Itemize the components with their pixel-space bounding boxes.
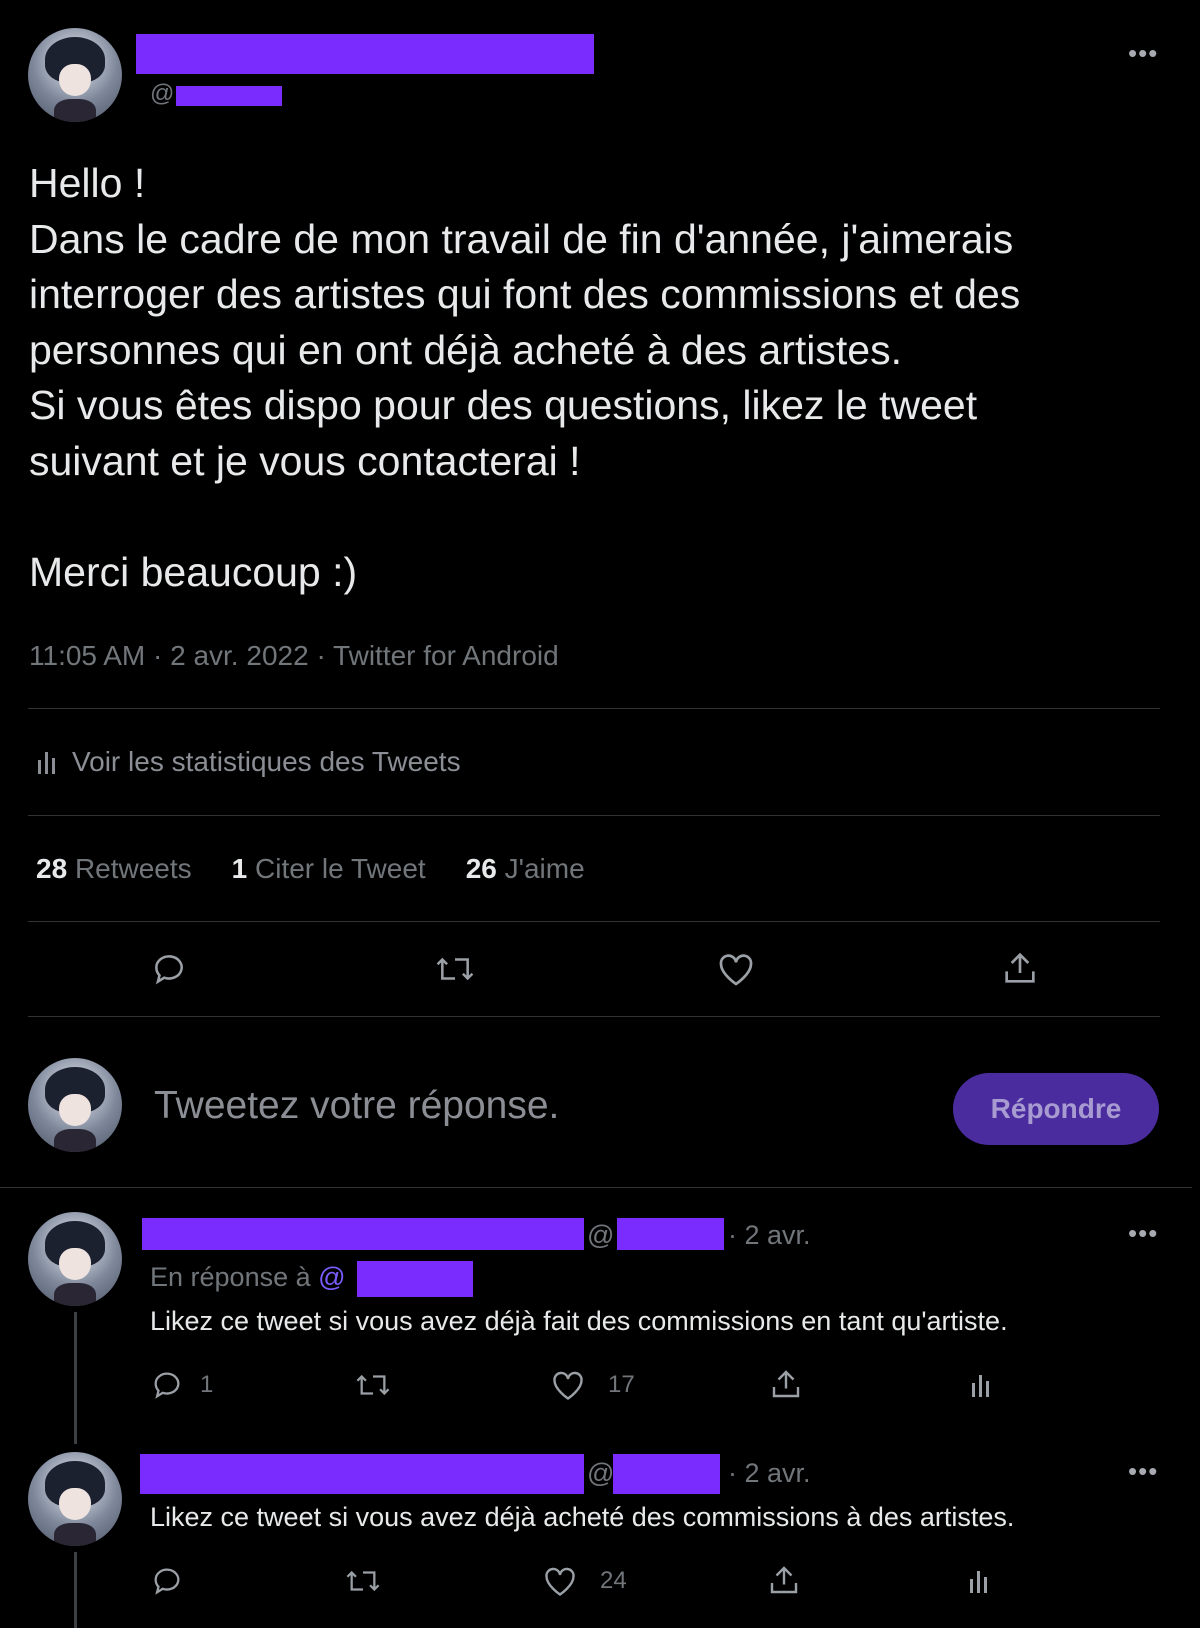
retweets-label: Retweets [74,853,192,884]
tweet-line: Si vous êtes dispo pour des questions, l… [29,382,978,428]
reply-icon[interactable] [150,1564,184,1598]
reply-icon[interactable]: 1 [150,1368,213,1402]
tweet-analytics-link[interactable]: Voir les statistiques des Tweets [36,746,461,778]
tweet-line: Dans le cadre de mon travail de fin d'an… [29,215,1014,262]
reply-text: Likez ce tweet si vous avez déjà acheté … [150,1502,1015,1532]
reply-date[interactable]: · 2 avr. [728,1220,811,1251]
retweet-icon[interactable] [432,950,478,988]
share-icon[interactable] [1000,948,1040,988]
like-count: 17 [608,1371,635,1398]
reply-action-bar: 1 17 [150,1368,1010,1408]
analytics-label: Voir les statistiques des Tweets [72,746,461,777]
tweet-line: interroger des artistes qui font des com… [29,271,1021,317]
redacted-reply-handle [617,1218,724,1250]
likes-number: 26 [465,853,497,884]
redacted-reply-display-name[interactable] [140,1454,584,1494]
like-icon[interactable]: 24 [542,1564,627,1598]
quotes-number: 1 [231,853,248,884]
redacted-display-name[interactable] [136,34,594,74]
retweet-icon[interactable] [353,1368,393,1402]
divider [28,708,1160,709]
reply-icon[interactable] [150,950,188,988]
quotes-count[interactable]: 1 Citer le Tweet [232,853,426,885]
tweet-timestamp-source[interactable]: 11:05 AM · 2 avr. 2022 · Twitter for And… [29,640,559,672]
reply-handle-prefix[interactable]: @ [587,1220,614,1251]
divider [28,921,1160,922]
reply-count: 1 [200,1371,214,1398]
tweet-line [29,489,1169,545]
redacted-mention [357,1261,473,1297]
tweet-body: Hello ! Dans le cadre de mon travail de … [29,156,1169,600]
retweets-count[interactable]: 28 Retweets [36,853,192,885]
like-icon[interactable]: 17 [550,1368,635,1402]
author-handle-prefix[interactable]: @ [150,80,174,108]
more-options-icon[interactable]: ••• [1128,38,1158,69]
tweet-line: Merci beaucoup :) [29,548,358,595]
analytics-icon[interactable] [968,1566,990,1596]
like-count: 24 [600,1567,627,1594]
thread-line [74,1312,77,1444]
reply-button[interactable]: Répondre [953,1073,1159,1145]
share-icon[interactable] [768,1366,804,1402]
reply-avatar[interactable] [28,1452,122,1546]
likes-count[interactable]: 26 J'aime [466,853,585,885]
tweet-line: personnes qui en ont déjà acheté à des a… [29,326,902,373]
retweet-icon[interactable] [343,1564,383,1598]
in-reply-to-label: En réponse à [150,1262,311,1292]
more-options-icon[interactable]: ••• [1128,1456,1158,1487]
analytics-icon [36,748,58,776]
tweet-line: suivant et je vous contacterai ! [29,437,581,484]
divider [28,815,1160,816]
thread-line [74,1552,77,1628]
redacted-reply-display-name[interactable] [142,1218,584,1250]
reply-avatar[interactable] [28,1212,122,1306]
section-divider [0,1187,1192,1188]
reply-input[interactable]: Tweetez votre réponse. [154,1084,559,1128]
user-avatar[interactable] [28,1058,122,1152]
retweets-number: 28 [36,853,68,884]
likes-label: J'aime [504,853,585,884]
tweet-line: Hello ! [29,160,146,206]
divider [28,1016,1160,1017]
reply-handle-prefix[interactable]: @ [587,1458,614,1489]
author-avatar[interactable] [28,28,122,122]
quotes-label: Citer le Tweet [255,853,426,884]
reply-action-bar: 24 [150,1564,1010,1604]
engagement-counts: 28 Retweets 1 Citer le Tweet 26 J'aime [36,853,585,885]
like-icon[interactable] [716,950,756,988]
reply-date[interactable]: · 2 avr. [728,1458,811,1489]
analytics-icon[interactable] [970,1370,992,1400]
redacted-reply-handle [613,1454,720,1494]
in-reply-to-mention[interactable]: @ [318,1262,345,1292]
more-options-icon[interactable]: ••• [1128,1218,1158,1249]
redacted-handle [176,86,282,106]
reply-text: Likez ce tweet si vous avez déjà fait de… [150,1306,1008,1336]
share-icon[interactable] [766,1562,802,1598]
in-reply-to: En réponse à @ [150,1262,346,1293]
